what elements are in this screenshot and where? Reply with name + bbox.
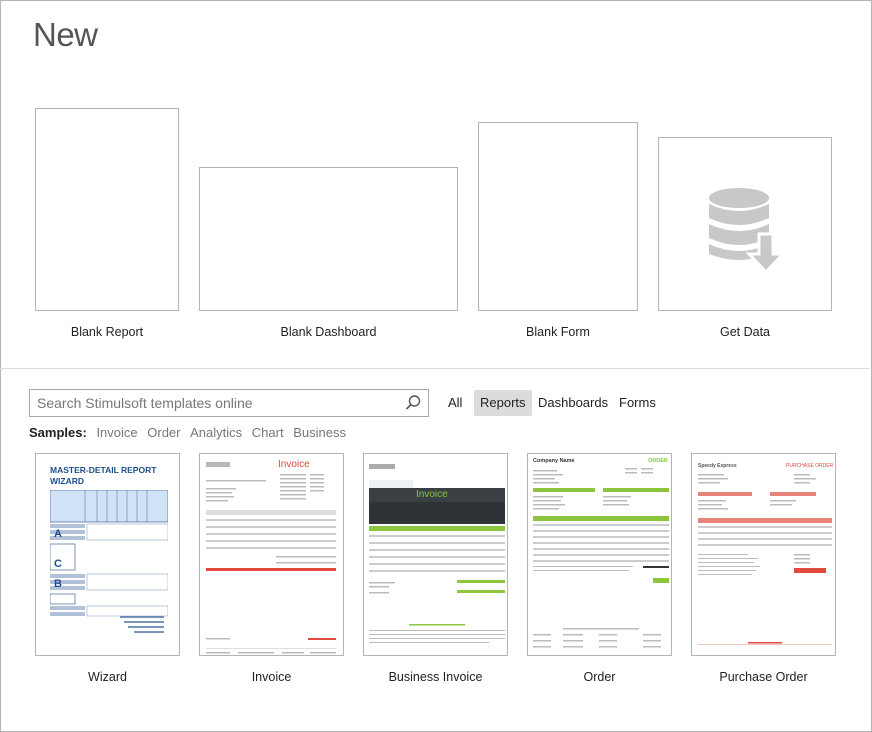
blank-report-tile[interactable] [35, 108, 179, 311]
invoice-logo [206, 462, 230, 467]
sample-invoice-thumb[interactable]: Invoice [199, 453, 344, 656]
business-invoice-caption: Invoice [416, 489, 448, 500]
sample-wizard-label[interactable]: Wizard [35, 670, 180, 684]
section-divider [0, 368, 870, 369]
business-invoice-body-graphic [369, 526, 505, 643]
order-caption: ORDER [648, 458, 668, 464]
page-title: New [33, 16, 98, 53]
sample-category-analytics[interactable]: Analytics [190, 425, 242, 440]
purchase-order-company: Speedy Express [698, 463, 737, 469]
business-invoice-billto [369, 502, 505, 524]
blank-form-tile[interactable] [478, 122, 638, 311]
wizard-footer-lines [120, 616, 164, 633]
blank-dashboard-tile[interactable] [199, 167, 458, 311]
sample-purchase-order-thumb[interactable]: Speedy Express PURCHASE ORDER [691, 453, 836, 656]
sample-business-invoice-label[interactable]: Business Invoice [363, 670, 508, 684]
sample-category-chart[interactable]: Chart [252, 425, 284, 440]
sample-order-thumb[interactable]: Company Name ORDER [527, 453, 672, 656]
wizard-group-c: C [54, 558, 62, 570]
filter-dashboards[interactable]: Dashboards [532, 390, 614, 416]
get-data-tile[interactable] [658, 137, 832, 311]
search-input[interactable] [30, 390, 390, 416]
sample-category-business[interactable]: Business [293, 425, 346, 440]
filter-all[interactable]: All [442, 390, 468, 416]
filter-reports[interactable]: Reports [474, 390, 532, 416]
get-data-label[interactable]: Get Data [658, 325, 832, 339]
sample-category-invoice[interactable]: Invoice [96, 425, 137, 440]
database-download-icon [709, 188, 787, 275]
invoice-body-graphic [206, 474, 336, 654]
order-body-graphic [533, 468, 669, 648]
wizard-group-b: B [54, 578, 62, 590]
blank-dashboard-label[interactable]: Blank Dashboard [199, 325, 458, 339]
business-invoice-logo [369, 464, 395, 469]
wizard-group-a: A [54, 528, 62, 540]
invoice-caption: Invoice [278, 459, 310, 470]
wizard-caption: MASTER-DETAIL REPORT WIZARD [50, 465, 157, 486]
sample-purchase-order-label[interactable]: Purchase Order [691, 670, 836, 684]
sample-invoice-label[interactable]: Invoice [199, 670, 344, 684]
samples-bar: Samples: Invoice Order Analytics Chart B… [29, 425, 346, 440]
purchase-order-body-graphic [698, 474, 832, 645]
blank-form-label[interactable]: Blank Form [478, 325, 638, 339]
sample-category-order[interactable]: Order [147, 425, 180, 440]
search-icon[interactable] [404, 394, 422, 412]
sample-business-invoice-thumb[interactable]: Invoice [363, 453, 508, 656]
sample-wizard-thumb[interactable]: MASTER-DETAIL REPORT WIZARD A B C [35, 453, 180, 656]
sample-order-label[interactable]: Order [527, 670, 672, 684]
purchase-order-caption: PURCHASE ORDER [786, 463, 834, 469]
samples-label: Samples: [29, 425, 87, 440]
search-box[interactable] [29, 389, 429, 417]
filter-forms[interactable]: Forms [613, 390, 662, 416]
order-company: Company Name [533, 458, 575, 464]
blank-report-label[interactable]: Blank Report [35, 325, 179, 339]
